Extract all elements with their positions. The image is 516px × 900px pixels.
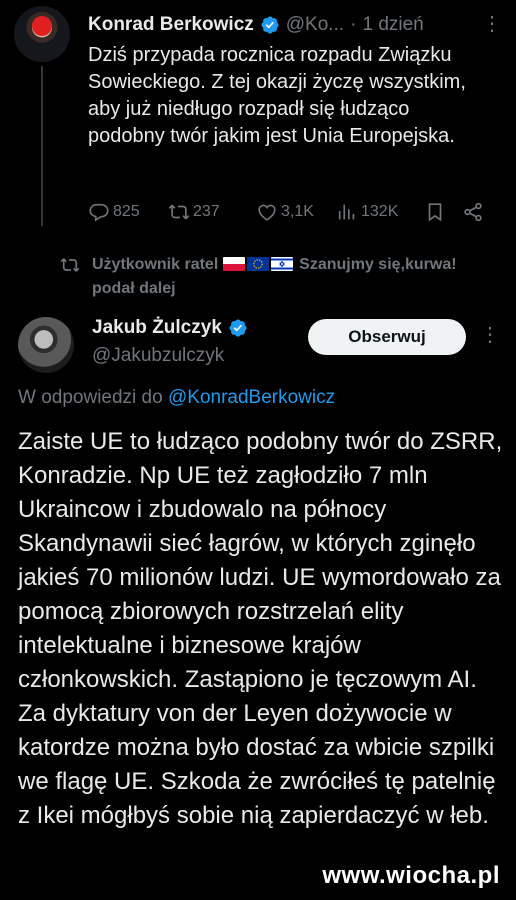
tweet-time[interactable]: 1 dzień [362, 14, 423, 36]
views-button[interactable]: 132K [336, 201, 424, 223]
tweet-header: Konrad Berkowicz @Ko... · 1 dzień [88, 10, 516, 40]
more-options-icon[interactable]: ⋮ [480, 325, 500, 345]
israel-flag-icon [270, 257, 293, 271]
repost-icon [60, 258, 80, 272]
retweet-indicator-line1[interactable]: Użytkownik ratel Szanujmy się,kurwa! [92, 253, 457, 277]
avatar[interactable] [14, 6, 70, 62]
bookmark-icon [428, 203, 442, 222]
separator-dot: · [350, 14, 357, 35]
thread-line [41, 66, 43, 226]
like-count: 3,1K [281, 203, 314, 220]
repost-count: 237 [193, 203, 220, 220]
reply-prefix: W odpowiedzi do [18, 387, 163, 408]
more-options-icon[interactable]: ⋮ [482, 14, 502, 34]
bookmark-button[interactable] [424, 201, 462, 223]
eu-flag-icon [246, 257, 269, 271]
tweet-text: Zaiste UE to łudząco podobny twór do ZSR… [18, 428, 503, 829]
avatar[interactable] [18, 317, 74, 373]
repost-button[interactable]: 237 [168, 201, 256, 223]
verified-badge-icon [229, 319, 247, 337]
share-button[interactable] [462, 201, 487, 223]
watermark: www.wiocha.pl [322, 862, 500, 889]
like-button[interactable]: 3,1K [256, 201, 336, 223]
views-count: 132K [361, 203, 399, 220]
share-icon [464, 202, 482, 222]
reply-count: 825 [113, 203, 140, 220]
poland-flag-icon [222, 257, 245, 271]
avatar-red-mark [32, 16, 52, 36]
author-name[interactable]: Konrad Berkowicz [88, 14, 254, 36]
repost-icon [168, 204, 190, 220]
author-name-row: Jakub Żulczyk [92, 317, 254, 339]
author-handle[interactable]: @Ko... [286, 14, 344, 36]
reply-button[interactable]: 825 [88, 201, 168, 223]
views-icon [338, 204, 355, 220]
reply-handle-link[interactable]: @KonradBerkowicz [168, 387, 335, 408]
retweet-indicator-line2: podał dalej [92, 280, 176, 297]
heart-icon [258, 204, 276, 221]
reply-context: W odpowiedzi do @KonradBerkowicz [18, 387, 335, 409]
retweeter-suffix: Szanujmy się,kurwa! [299, 256, 457, 273]
retweeter-prefix: Użytkownik ratel [92, 256, 219, 273]
tweet-actions: 825 237 3,1K 132K [88, 198, 498, 226]
reply-icon [89, 203, 109, 222]
author-name[interactable]: Jakub Żulczyk [92, 317, 222, 339]
tweet-text: Dziś przypada rocznica rozpadu Związku S… [88, 44, 466, 147]
follow-button[interactable]: Obserwuj [308, 319, 466, 355]
tweet-header: Jakub Żulczyk @Jakubzulczyk [92, 317, 254, 367]
author-handle[interactable]: @Jakubzulczyk [92, 345, 254, 367]
verified-badge-icon [261, 16, 279, 34]
